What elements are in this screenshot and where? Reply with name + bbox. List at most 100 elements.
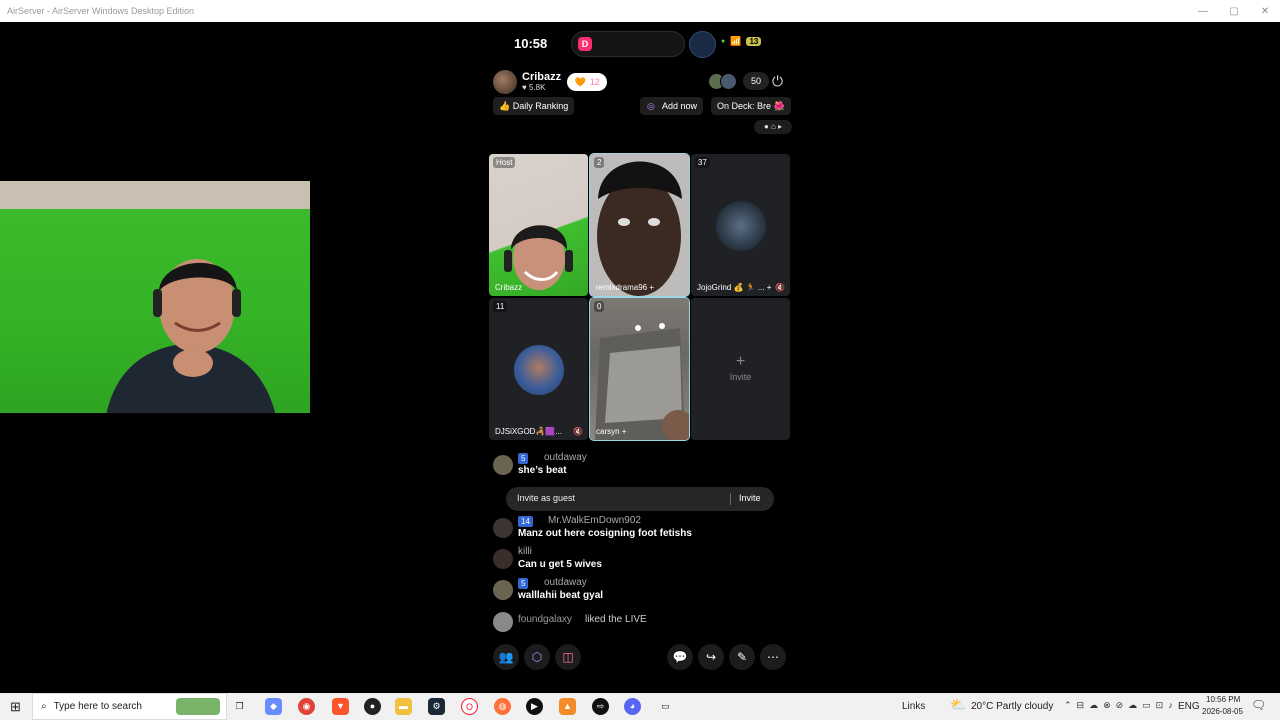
close-button[interactable]: ✕ (1248, 0, 1280, 22)
host-avatar[interactable] (493, 70, 517, 94)
add-now-label: Add now (662, 101, 698, 111)
edit-icon[interactable]: ✎ (729, 644, 755, 670)
firefox-icon[interactable]: ◍ (494, 698, 511, 715)
status-time: 10:58 (514, 36, 548, 51)
chat-username: killi (518, 546, 532, 557)
invite-label: Invite (729, 372, 752, 382)
tile-username: remixdrama96 + (596, 283, 655, 292)
chat-username: outdaway (544, 577, 587, 588)
copilot-icon[interactable]: ◆ (265, 698, 282, 715)
tile-username: JojoGrind 💰 🏃 ... + (697, 283, 772, 292)
home-mini-button[interactable]: ● ⌂ ▸ (754, 120, 792, 134)
green-dot-icon: ● (721, 38, 726, 45)
more-icon[interactable]: ⋯ (760, 644, 786, 670)
file-explorer-icon[interactable]: ▬ (395, 698, 412, 715)
chat-text: Manz out here cosigning foot fetishs (518, 528, 692, 539)
dynamic-island: D (571, 31, 685, 57)
phone-screen: 10:58 D ● 📶 13 Cribazz ♥ 5.8K 🧡 12 50 ⏻ … (489, 22, 792, 693)
weather-icon[interactable]: ⛅ (950, 697, 966, 713)
daily-ranking-chip[interactable]: 👍 Daily Ranking (493, 97, 575, 115)
invite-guest-button[interactable]: Invite (739, 493, 761, 503)
comment-icon[interactable]: 💬 (667, 644, 693, 670)
chat-username: Mr.WalkEmDown902 (548, 515, 641, 526)
status-right: ● 📶 13 (721, 36, 762, 47)
tile-tag: Host (493, 157, 516, 168)
guest-video-image (595, 323, 689, 440)
tile-username: carsyn + (596, 427, 627, 436)
chat-text: liked the LIVE (585, 614, 647, 625)
webcam-wall (0, 181, 310, 209)
guest-avatar (716, 201, 766, 251)
chat-avatar (493, 518, 513, 538)
search-placeholder: Type here to search (53, 701, 142, 712)
opera-icon[interactable]: O (461, 698, 478, 715)
host-video-image (504, 225, 573, 290)
level-badge: 5 (518, 453, 529, 464)
viewer-avatars[interactable]: 50 (708, 72, 769, 90)
window-title: AirServer - AirServer Windows Desktop Ed… (7, 6, 195, 16)
add-now-chip[interactable]: ◎ Add now (640, 97, 704, 115)
links-toolbar[interactable]: Links (902, 701, 925, 712)
task-view-icon[interactable]: ❐ (231, 698, 248, 715)
chat-avatar (493, 549, 513, 569)
heart-pill[interactable]: 🧡 12 (567, 73, 608, 91)
guests-icon[interactable]: 👥 (493, 644, 519, 670)
power-icon[interactable]: ⏻ (772, 73, 783, 90)
news-widget-icon[interactable] (176, 698, 220, 715)
chrome-icon[interactable]: ◉ (298, 698, 315, 715)
divider (730, 493, 731, 505)
guest-tile-host[interactable]: Host Cribazz (489, 154, 588, 296)
mic-off-icon: 🔇 (573, 427, 583, 436)
taskbar: ⊞ ⌕ Type here to search ❐ ◆ ◉ ▼ ● ▬ ⚙ O … (0, 693, 1280, 720)
notification-icon[interactable]: 🗨 (1251, 698, 1266, 712)
chat-avatar (493, 455, 513, 475)
discord-icon[interactable]: ◕ (624, 698, 641, 715)
mic-off-icon: 🔇 (775, 283, 785, 292)
box-icon[interactable]: ⬡ (524, 644, 550, 670)
viewer-count: 50 (743, 72, 769, 90)
plus-icon: + (735, 353, 746, 370)
guest-tile-carsyn[interactable]: 0 carsyn + (589, 297, 690, 441)
tile-tag: 11 (493, 301, 508, 312)
maximize-button[interactable]: ▢ (1217, 0, 1251, 22)
invite-as-guest-bar: Invite as guest Invite (506, 487, 774, 511)
host-info[interactable]: Cribazz ♥ 5.8K 🧡 12 (493, 70, 608, 94)
guest-tile-remixdrama96[interactable]: 2 remixdrama96 + (589, 153, 690, 297)
search-icon: ⌕ (41, 701, 47, 712)
webcam-person-image (106, 259, 275, 413)
guest-tile-jojogrind[interactable]: 37 JojoGrind 💰 🏃 ... + 🔇 (691, 154, 790, 296)
steam-icon[interactable]: ⚙ (428, 698, 445, 715)
clock-time[interactable]: 10:56 PM (1206, 695, 1240, 704)
app-icon[interactable]: ● (364, 698, 381, 715)
host-likes: ♥ 5.8K (522, 83, 546, 92)
system-tray-icons[interactable]: ⌃⊟☁⊗⊘☁▭⊡♪ (1064, 700, 1178, 711)
tile-username: Cribazz (495, 283, 523, 292)
weather-text[interactable]: 20°C Partly cloudy (971, 701, 1053, 712)
heart-count: 12 (589, 77, 600, 87)
chat-avatar (493, 612, 513, 632)
minimize-button[interactable]: — (1186, 0, 1220, 22)
vlc-icon[interactable]: ▲ (559, 698, 576, 715)
battery-icon: 13 (746, 37, 762, 46)
windows-start-icon[interactable]: ⊞ (10, 699, 21, 715)
invite-tile[interactable]: + Invite (691, 298, 790, 440)
level-badge: 14 (518, 516, 533, 527)
chat-avatar (493, 580, 513, 600)
tile-username: DJSiXGOD🦂🟪... (495, 427, 563, 436)
brave-icon[interactable]: ▼ (332, 698, 349, 715)
clock-date[interactable]: 2026-08-05 (1202, 707, 1243, 716)
tile-tag: 2 (594, 157, 605, 168)
share-icon[interactable]: ↪ (698, 644, 724, 670)
layout-icon[interactable]: ◫ (555, 644, 581, 670)
app2-icon[interactable]: ⇨ (592, 698, 609, 715)
app-logo-icon: D (578, 37, 592, 51)
media-player-icon[interactable]: ▶ (526, 698, 543, 715)
language-indicator[interactable]: ENG (1178, 701, 1200, 712)
screen-mirror-icon[interactable] (689, 31, 716, 58)
on-deck-chip[interactable]: On Deck: Bre 🌺 (711, 97, 791, 115)
heart-icon: 🧡 (574, 76, 586, 87)
guest-tile-djsixgod[interactable]: 11 DJSiXGOD🦂🟪... 🔇 (489, 298, 588, 440)
level-badge: 5 (518, 578, 529, 589)
window-titlebar: AirServer - AirServer Windows Desktop Ed… (0, 0, 1280, 22)
airserver-icon[interactable]: ▭ (657, 698, 674, 715)
